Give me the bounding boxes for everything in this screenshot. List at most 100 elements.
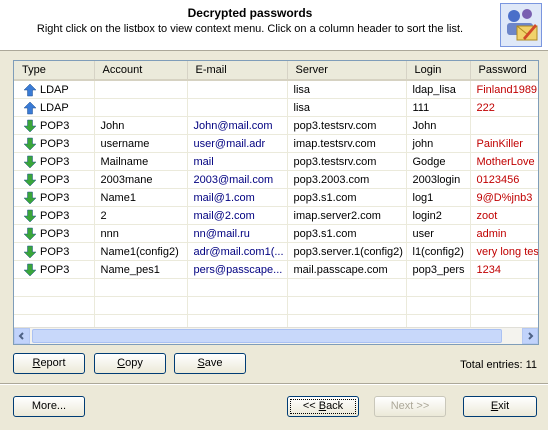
arrow-down-icon (23, 209, 37, 222)
table-row[interactable]: LDAP lisa 111 222 (14, 98, 538, 117)
table-row[interactable]: POP3 Mailname mail pop3.testsrv.com Godge Mot… (14, 152, 538, 171)
table-row[interactable]: POP3 nnn nn@mail.ru pop3.s1.com user admin (14, 224, 538, 243)
column-header-account[interactable]: Account (94, 61, 188, 81)
table-row[interactable]: POP3 2003mane 2003@mail.com pop3.2003.com 20… (14, 170, 538, 189)
column-header-server[interactable]: Server (287, 61, 407, 81)
next-button: Next >> (374, 396, 446, 417)
table-row[interactable]: POP3 Name1 mail@1.com pop3.s1.com log1 9@D%jn… (14, 188, 538, 207)
scroll-right-button[interactable] (522, 328, 538, 344)
account-cell: 2 (94, 206, 188, 225)
type-label: POP3 (40, 227, 70, 240)
type-cell: POP3 (14, 170, 95, 189)
empty-cell (406, 296, 471, 315)
password-cell: 9@D%jnb3 (470, 188, 538, 207)
arrow-up-icon (23, 101, 37, 114)
report-button[interactable]: Report (13, 353, 85, 374)
account-cell: John (94, 116, 188, 135)
arrow-down-icon (23, 263, 37, 276)
empty-cell (14, 278, 95, 297)
account-cell: Name1(config2) (94, 242, 188, 261)
server-cell: pop3.s1.com (287, 188, 407, 207)
server-cell: lisa (287, 80, 407, 99)
password-cell: 1234 (470, 260, 538, 279)
table-row[interactable]: POP3 Name_pes1 pers@passcape... mail.passca… (14, 260, 538, 279)
account-cell (94, 80, 188, 99)
chevron-left-icon (18, 332, 24, 340)
login-cell: 111 (406, 98, 471, 117)
more-button[interactable]: More... (13, 396, 85, 417)
account-cell: Name1 (94, 188, 188, 207)
login-cell: login2 (406, 206, 471, 225)
server-cell: pop3.testsrv.com (287, 116, 407, 135)
account-cell: 2003mane (94, 170, 188, 189)
table-row[interactable]: POP3 John John@mail.com pop3.testsrv.com Joh… (14, 116, 538, 135)
column-header-login[interactable]: Login (406, 61, 471, 81)
account-cell: username (94, 134, 188, 153)
scroll-thumb[interactable] (32, 329, 502, 343)
table-row[interactable]: POP3 username user@mail.adr imap.testsrv.co… (14, 134, 538, 153)
exit-button[interactable]: Exit (463, 396, 537, 417)
email-cell: mail@2.com (187, 206, 288, 225)
login-cell: l1(config2) (406, 242, 471, 261)
login-cell: 2003login (406, 170, 471, 189)
server-cell: lisa (287, 98, 407, 117)
table-row[interactable]: POP3 Name1(config2) adr@mail.com1(... pop3.… (14, 242, 538, 261)
server-cell: pop3.testsrv.com (287, 152, 407, 171)
type-label: POP3 (40, 119, 70, 132)
horizontal-scrollbar[interactable] (14, 327, 538, 344)
type-label: POP3 (40, 191, 70, 204)
column-header-type[interactable]: Type (14, 61, 95, 81)
table-row[interactable]: POP3 2 mail@2.com imap.server2.com login2 zoo… (14, 206, 538, 225)
type-cell: POP3 (14, 206, 95, 225)
password-cell: MotherLove (470, 152, 538, 171)
type-cell: LDAP (14, 98, 95, 117)
email-cell: mail@1.com (187, 188, 288, 207)
email-cell: 2003@mail.com (187, 170, 288, 189)
empty-cell (470, 296, 538, 315)
column-header-password[interactable]: Password (470, 61, 538, 81)
save-button[interactable]: Save (174, 353, 246, 374)
empty-cell (287, 278, 407, 297)
empty-cell (94, 296, 188, 315)
server-cell: imap.server2.com (287, 206, 407, 225)
server-cell: pop3.server.1(config2) (287, 242, 407, 261)
password-cell: admin (470, 224, 538, 243)
email-cell: adr@mail.com1(... (187, 242, 288, 261)
email-cell: nn@mail.ru (187, 224, 288, 243)
email-cell: John@mail.com (187, 116, 288, 135)
empty-cell (406, 278, 471, 297)
arrow-down-icon (23, 227, 37, 240)
header-title: Decrypted passwords (187, 6, 313, 20)
email-cell (187, 80, 288, 99)
password-cell: 222 (470, 98, 538, 117)
server-cell: mail.passcape.com (287, 260, 407, 279)
type-cell: POP3 (14, 224, 95, 243)
empty-row (14, 278, 538, 297)
back-button[interactable]: << Back (287, 396, 359, 417)
type-cell: POP3 (14, 134, 95, 153)
empty-row (14, 296, 538, 315)
login-cell: user (406, 224, 471, 243)
table-row[interactable]: LDAP lisa ldap_lisa Finland1989 (14, 80, 538, 99)
app-logo-icon (500, 3, 542, 47)
type-cell: POP3 (14, 242, 95, 261)
column-header-row: Type Account E-mail Server Login Password (14, 61, 538, 81)
email-cell: mail (187, 152, 288, 171)
type-label: POP3 (40, 137, 70, 150)
copy-button[interactable]: Copy (94, 353, 166, 374)
type-label: POP3 (40, 173, 70, 186)
empty-cell (187, 278, 288, 297)
login-cell: john (406, 134, 471, 153)
password-cell: very long test (470, 242, 538, 261)
scroll-left-button[interactable] (14, 328, 30, 344)
column-header-e-mail[interactable]: E-mail (187, 61, 288, 81)
arrow-down-icon (23, 119, 37, 132)
arrow-down-icon (23, 173, 37, 186)
account-cell: nnn (94, 224, 188, 243)
email-cell: user@mail.adr (187, 134, 288, 153)
password-listbox[interactable]: Type Account E-mail Server Login Password LDA… (13, 60, 539, 345)
password-cell: 0123456 (470, 170, 538, 189)
server-cell: imap.testsrv.com (287, 134, 407, 153)
password-cell (470, 116, 538, 135)
chevron-right-icon (528, 332, 534, 340)
